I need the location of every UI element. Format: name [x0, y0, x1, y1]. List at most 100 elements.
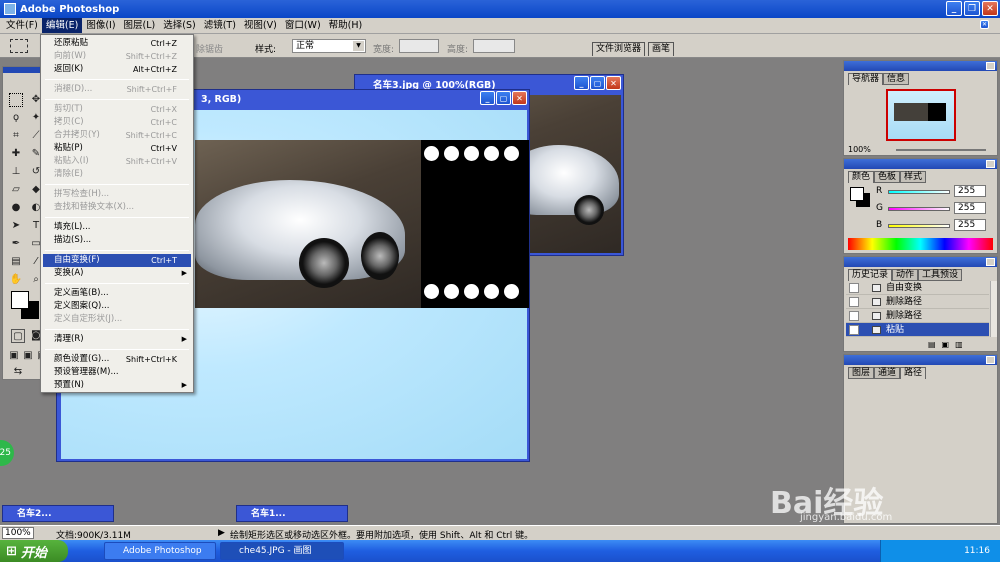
doc-main-close-button[interactable]: ✕ [512, 91, 527, 105]
healing-brush-icon[interactable]: ✚ [9, 147, 23, 161]
color-spectrum-bar[interactable] [848, 238, 993, 250]
menu-item-copy[interactable]: 拷贝(C) Ctrl+C [43, 116, 191, 129]
jump-to-imageready-icon[interactable]: ⇆ [11, 365, 25, 379]
b-value[interactable]: 255 [954, 219, 986, 231]
menu-item-check-spelling[interactable]: 拼写检查(H)... [43, 188, 191, 201]
tab-channels[interactable]: 通道 [874, 367, 901, 379]
lasso-tool-icon[interactable]: ϙ [9, 111, 23, 125]
menu-item-free-transform[interactable]: 自由变换(F) Ctrl+T [43, 254, 191, 267]
menu-item-define-custom-shape[interactable]: 定义自定形状(J)... [43, 313, 191, 326]
menu-item-color-settings[interactable]: 颜色设置(G)... Shift+Ctrl+K [43, 353, 191, 366]
b-slider[interactable] [888, 224, 950, 228]
menu-item-paste[interactable]: 粘贴(P) Ctrl+V [43, 142, 191, 155]
panel-menu-icon[interactable] [986, 258, 995, 266]
panel-menu-icon[interactable] [986, 160, 995, 168]
menu-item-define-brush[interactable]: 定义画笔(B)... [43, 287, 191, 300]
path-select-icon[interactable]: ➤ [9, 219, 23, 233]
tab-color[interactable]: 颜色 [848, 171, 875, 183]
menu-item-purge[interactable]: 清理(R) ▶ [43, 333, 191, 346]
taskbar-photoshop[interactable]: Adobe Photoshop [104, 542, 216, 560]
restore-button[interactable]: ❐ [964, 1, 980, 16]
tray-clock[interactable]: 11:16 [964, 546, 990, 556]
menu-window[interactable]: 窗口(W) [281, 18, 325, 33]
g-slider[interactable] [888, 207, 950, 211]
doc-main-minimize-button[interactable]: _ [480, 91, 495, 105]
menu-edit[interactable]: 编辑(E) [41, 18, 83, 33]
doc-back-minimize-button[interactable]: _ [574, 76, 589, 90]
marquee-tool-icon[interactable] [9, 93, 23, 107]
menu-item-fade[interactable]: 消褪(D)... Shift+Ctrl+F [43, 83, 191, 96]
taskbar-paint[interactable]: che45.JPG - 画图 [220, 542, 344, 560]
history-item[interactable]: 删除路径 [846, 295, 989, 309]
menu-help[interactable]: 帮助(H) [325, 18, 367, 33]
menu-file[interactable]: 文件(F) [2, 18, 42, 33]
screen-mode-full-menu-icon[interactable]: ▣ [21, 349, 35, 363]
doc-main-maximize-button[interactable]: ▢ [496, 91, 511, 105]
menu-item-step-forward[interactable]: 向前(W) Shift+Ctrl+Z [43, 50, 191, 63]
tab-layers[interactable]: 图层 [848, 367, 875, 379]
menu-view[interactable]: 视图(V) [240, 18, 281, 33]
doc-back-maximize-button[interactable]: ▢ [590, 76, 605, 90]
eraser-tool-icon[interactable]: ▱ [9, 183, 23, 197]
menu-item-transform[interactable]: 变换(A) ▶ [43, 267, 191, 280]
menu-item-stroke[interactable]: 描边(S)... [43, 234, 191, 247]
floating-badge[interactable]: 25 [0, 440, 14, 466]
history-item[interactable]: 自由变换 [846, 281, 989, 295]
tab-info[interactable]: 信息 [883, 73, 910, 85]
menu-filter[interactable]: 滤镜(T) [200, 18, 240, 33]
tab-history[interactable]: 历史记录 [848, 269, 893, 281]
r-slider[interactable] [888, 190, 950, 194]
menu-select[interactable]: 选择(S) [159, 18, 199, 33]
minimized-doc-1[interactable]: 名车2... [2, 505, 114, 522]
navigator-zoom-value[interactable]: 100% [848, 145, 871, 154]
menu-item-find-replace[interactable]: 查找和替换文本(X)... [43, 201, 191, 214]
panel-menu-icon[interactable] [986, 62, 995, 70]
notes-tool-icon[interactable]: ▤ [9, 255, 23, 269]
tab-file-browser[interactable]: 文件浏览器 [592, 42, 646, 56]
color-fg-swatch[interactable] [850, 187, 864, 201]
menu-item-undo-paste[interactable]: 还原粘贴 Ctrl+Z [43, 37, 191, 50]
blur-tool-icon[interactable]: ● [9, 201, 23, 215]
tab-styles[interactable]: 样式 [900, 171, 927, 183]
menu-image[interactable]: 图像(I) [82, 18, 119, 33]
standard-mode-icon[interactable]: ▢ [11, 329, 25, 343]
tab-swatches[interactable]: 色板 [874, 171, 901, 183]
menu-item-paste-into[interactable]: 粘贴入(I) Shift+Ctrl+V [43, 155, 191, 168]
history-item-selected[interactable]: 粘贴 [846, 323, 989, 337]
g-value[interactable]: 255 [954, 202, 986, 214]
width-input[interactable] [399, 39, 439, 53]
minimized-doc-2[interactable]: 名车1... [236, 505, 348, 522]
navigator-thumbnail[interactable] [886, 89, 956, 141]
close-button[interactable]: ✕ [982, 1, 998, 16]
marquee-preset-icon[interactable] [10, 39, 28, 53]
crop-tool-icon[interactable]: ⌗ [9, 129, 23, 143]
panel-menu-icon[interactable] [986, 356, 995, 364]
menu-item-cut[interactable]: 剪切(T) Ctrl+X [43, 103, 191, 116]
tab-actions[interactable]: 动作 [892, 269, 919, 281]
menu-layer[interactable]: 图层(L) [120, 18, 160, 33]
status-zoom[interactable]: 100% [2, 527, 34, 539]
menu-item-clear[interactable]: 清除(E) [43, 168, 191, 181]
menu-item-fill[interactable]: 填充(L)... [43, 221, 191, 234]
style-select[interactable]: 正常 ▼ [292, 39, 366, 53]
pen-tool-icon[interactable]: ✒ [9, 237, 23, 251]
menu-item-define-pattern[interactable]: 定义图案(Q)... [43, 300, 191, 313]
menu-item-step-backward[interactable]: 返回(K) Alt+Ctrl+Z [43, 63, 191, 76]
screen-mode-standard-icon[interactable]: ▣ [7, 349, 21, 363]
navigator-zoom-slider[interactable] [896, 149, 986, 151]
hand-tool-icon[interactable]: ✋ [9, 273, 23, 287]
doc-back-close-button[interactable]: ✕ [606, 76, 621, 90]
minimize-button[interactable]: _ [946, 1, 962, 16]
r-value[interactable]: 255 [954, 185, 986, 197]
history-footer-icons[interactable]: ▤▣▥ [928, 340, 969, 349]
tab-tool-presets[interactable]: 工具预设 [918, 269, 963, 281]
history-item[interactable]: 删除路径 [846, 309, 989, 323]
tab-brushes[interactable]: 画笔 [648, 42, 675, 56]
history-scrollbar[interactable] [990, 281, 997, 337]
mdi-close-icon[interactable]: ✕ [980, 20, 989, 29]
height-input[interactable] [473, 39, 515, 53]
tab-navigator[interactable]: 导航器 [848, 73, 884, 85]
menu-item-copy-merged[interactable]: 合并拷贝(Y) Shift+Ctrl+C [43, 129, 191, 142]
menu-item-preferences[interactable]: 预置(N) ▶ [43, 379, 191, 392]
status-arrow-icon[interactable]: ▶ [218, 528, 225, 538]
